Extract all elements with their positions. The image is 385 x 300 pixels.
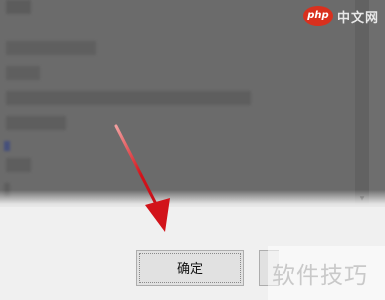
php-watermark: php 中文网 — [302, 5, 379, 27]
watermark-box: 软件技巧 — [268, 246, 385, 300]
watermark-text: 软件技巧 — [272, 263, 368, 289]
watermark-site-text: 中文网 — [336, 10, 379, 26]
php-logo: php — [302, 6, 333, 26]
